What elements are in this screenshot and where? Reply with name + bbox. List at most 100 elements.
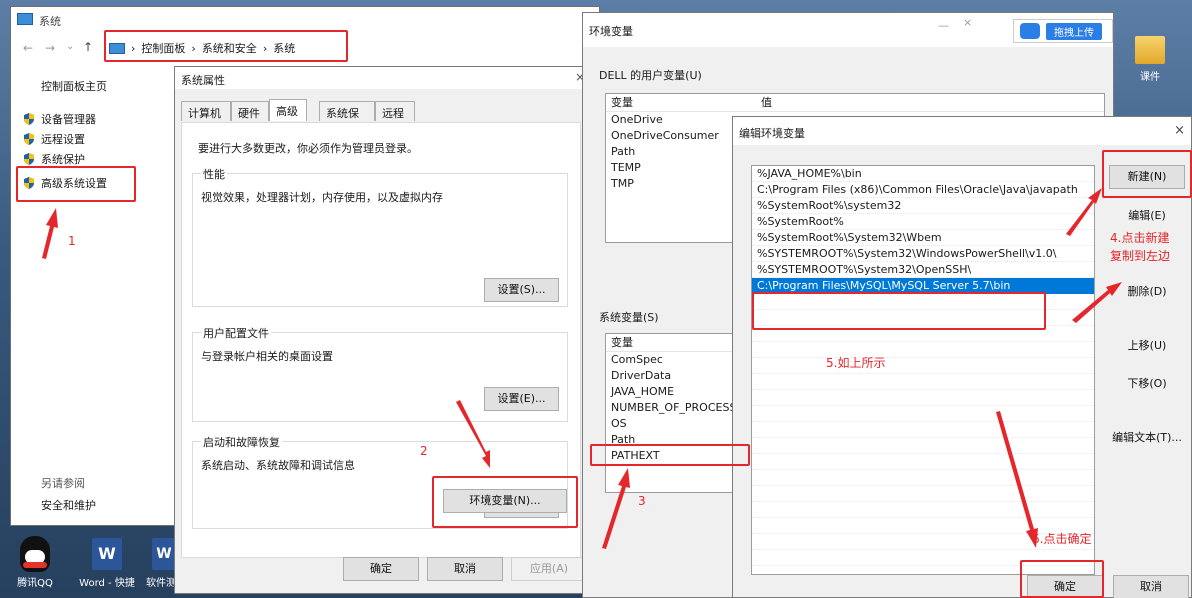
see-also-security-link[interactable]: 安全和维护 [41,497,96,513]
sidebar-item-label: 系统保护 [41,153,85,166]
user-vars-header: 变量 值 [606,94,1104,112]
user-profile-group-label: 用户配置文件 [201,325,271,341]
envvars-title: 环境变量 [589,25,633,38]
performance-group-label: 性能 [201,166,227,182]
envvars-titlebar: 环境变量 — × 拖拽上传 [583,13,1113,47]
path-entry[interactable]: %SYSTEMROOT%\System32\WindowsPowerShell\… [752,246,1094,262]
column-header-var[interactable]: 变量 [606,94,756,111]
path-entry[interactable]: %SystemRoot% [752,214,1094,230]
annotation-step-5: 5.如上所示 [826,356,886,370]
sidebar-item-device-manager[interactable]: 设备管理器 [23,111,96,127]
annotation-step-3: 3 [638,494,646,508]
path-entry [752,454,1094,470]
system-sidebar: 控制面板主页 设备管理器 远程设置 系统保护 高级系统设置 另请参阅 安全和维护 [11,67,171,525]
sidebar-item-remote[interactable]: 远程设置 [23,131,85,147]
recent-chevron-icon[interactable]: ⌄ [66,41,74,52]
sidebar-item-protection[interactable]: 系统保护 [23,151,85,167]
ok-button[interactable]: 确定 [343,557,419,581]
upload-button[interactable]: 拖拽上传 [1046,22,1102,40]
performance-desc: 视觉效果，处理器计划，内存使用，以及虚拟内存 [201,191,443,204]
up-icon[interactable]: ↑ [83,40,93,54]
user-vars-group-label: DELL 的用户变量(U) [599,69,702,82]
performance-settings-button[interactable]: 设置(S)... [484,278,559,302]
editenv-title: 编辑环境变量 [739,127,805,140]
sysprops-titlebar: 系统属性 × [175,67,591,89]
annotation-step-6: 6.点击确定 [1032,532,1092,546]
sys-vars-group-label: 系统变量(S) [599,311,659,324]
path-entry[interactable]: %SYSTEMROOT%\System32\OpenSSH\ [752,262,1094,278]
sysprops-tabbar: 计算机名 硬件 高级 系统保护 远程 [181,99,581,136]
path-entry [752,438,1094,454]
path-entry [752,390,1094,406]
tab-remote[interactable]: 远程 [375,101,415,121]
path-entries-list[interactable]: %JAVA_HOME%\bin C:\Program Files (x86)\Co… [751,165,1095,575]
annotation-step-2: 2 [420,444,428,458]
editenv-cancel-button[interactable]: 取消 [1113,575,1189,598]
word-label: Word - 快捷 [79,578,135,589]
editenv-titlebar: 编辑环境变量 × [733,117,1191,145]
path-entry[interactable]: %SystemRoot%\System32\Wbem [752,230,1094,246]
apply-button[interactable]: 应用(A) [511,557,587,581]
system-window-icon [17,13,33,25]
back-icon[interactable]: ← [23,41,33,55]
move-down-button[interactable]: 下移(O) [1109,373,1185,395]
cancel-button[interactable]: 取消 [427,557,503,581]
annotation-env-button-box [432,476,578,528]
forward-icon[interactable]: → [45,41,55,55]
column-header-val[interactable]: 值 [756,94,772,111]
path-entry [752,358,1094,374]
system-window-title: 系统 [39,15,61,28]
user-profile-desc: 与登录帐户相关的桌面设置 [201,350,333,363]
annotation-step-1: 1 [68,234,76,248]
user-profile-settings-button[interactable]: 设置(E)... [484,387,559,411]
path-entry[interactable]: %JAVA_HOME%\bin [752,166,1094,182]
sysprops-title: 系统属性 [181,74,225,87]
path-entry[interactable]: C:\Program Files (x86)\Common Files\Orac… [752,182,1094,198]
admin-note: 要进行大多数更改，你必须作为管理员登录。 [198,142,418,155]
folder-icon [1135,36,1165,64]
startup-recovery-group-label: 启动和故障恢复 [201,434,282,450]
minimize-icon[interactable]: — [938,19,949,32]
shield-icon [24,113,34,125]
qq-icon [20,536,50,572]
edit-text-button[interactable]: 编辑文本(T)... [1109,427,1185,449]
annotation-mysql-entry-box [752,292,1046,330]
tab-hardware[interactable]: 硬件 [231,101,269,121]
desktop-folder-icon[interactable]: 课件 [1120,30,1180,100]
annotation-address-box [104,30,348,62]
delete-button[interactable]: 删除(D) [1109,281,1185,303]
see-also-heading: 另请参阅 [41,477,85,490]
path-entry [752,406,1094,422]
shield-icon [24,153,34,165]
tab-advanced[interactable]: 高级 [269,99,307,121]
desktop-folder-label: 课件 [1140,72,1160,83]
word-icon: W [92,538,122,570]
tab-system-protection[interactable]: 系统保护 [319,101,375,136]
shield-icon [24,133,34,145]
desktop-word[interactable]: W Word - 快捷 [72,528,142,598]
sidebar-item-label: 设备管理器 [41,113,96,126]
annotation-step-4-line1: 4.点击新建 [1110,231,1170,245]
performance-group: 性能 视觉效果，处理器计划，内存使用，以及虚拟内存 设置(S)... [192,166,568,307]
desktop-qq[interactable]: 腾讯QQ [0,528,70,598]
path-entries: %JAVA_HOME%\bin C:\Program Files (x86)\Co… [752,166,1094,566]
path-entry [752,470,1094,486]
annotation-sidebar-box [16,166,136,202]
close-icon[interactable]: × [1174,123,1185,138]
upload-widget[interactable]: 拖拽上传 [1013,19,1113,43]
path-entry [752,342,1094,358]
annotation-new-button-box [1102,150,1192,198]
doc-icon: W [152,538,176,570]
sidebar-home-link[interactable]: 控制面板主页 [41,78,107,94]
edit-button[interactable]: 编辑(E) [1109,205,1185,227]
annotation-path-box [590,444,750,466]
annotation-ok-button-box [1020,560,1104,598]
restore-icon[interactable]: × [963,16,972,29]
move-up-button[interactable]: 上移(U) [1109,335,1185,357]
tab-computer-name[interactable]: 计算机名 [181,101,231,136]
path-entry [752,502,1094,518]
user-profile-group: 用户配置文件 与登录帐户相关的桌面设置 设置(E)... [192,325,568,422]
path-entry [752,486,1094,502]
path-entry[interactable]: %SystemRoot%\system32 [752,198,1094,214]
path-entry [752,422,1094,438]
